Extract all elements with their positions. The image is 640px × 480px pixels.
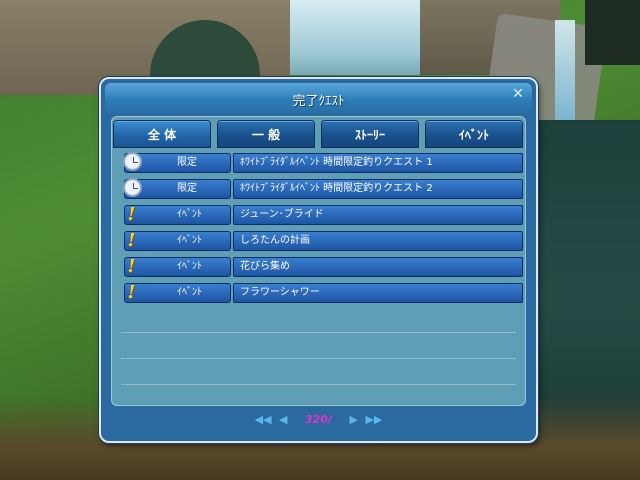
tab-story[interactable]: ｽﾄｰﾘｰ: [321, 120, 419, 148]
quest-row[interactable]: ! ｲﾍﾞﾝﾄ ジューン･ブライド: [121, 204, 523, 225]
tab-event[interactable]: ｲﾍﾞﾝﾄ: [425, 120, 523, 148]
next-page-button[interactable]: ▶: [349, 413, 357, 426]
clock-icon: [123, 178, 142, 197]
quest-row[interactable]: 限定 ﾎﾜｲﾄﾌﾞﾗｲﾀﾞﾙｲﾍﾞﾝﾄ 時間限定釣りクエスト 1: [121, 152, 523, 173]
tab-all[interactable]: 全 体: [113, 120, 211, 148]
exclamation-icon: !: [127, 230, 136, 251]
pagination: ◀◀ ◀ 320/ ▶ ▶▶: [101, 412, 536, 430]
quest-name: フラワーシャワー: [233, 283, 523, 303]
close-icon[interactable]: ✕: [510, 86, 526, 102]
empty-slot: [121, 307, 516, 333]
shadow-area: [585, 0, 640, 65]
quest-name: しろたんの計画: [233, 231, 523, 251]
quest-list: 限定 ﾎﾜｲﾄﾌﾞﾗｲﾀﾞﾙｲﾍﾞﾝﾄ 時間限定釣りクエスト 1 限定 ﾎﾜｲﾄ…: [121, 152, 523, 308]
exclamation-icon: !: [127, 256, 136, 277]
quest-row[interactable]: 限定 ﾎﾜｲﾄﾌﾞﾗｲﾀﾞﾙｲﾍﾞﾝﾄ 時間限定釣りクエスト 2: [121, 178, 523, 199]
empty-slot: [121, 333, 516, 359]
page-indicator: 320/: [305, 412, 332, 426]
title-bar[interactable]: 完了ｸｴｽﾄ ✕: [105, 83, 532, 113]
quest-row[interactable]: ! ｲﾍﾞﾝﾄ しろたんの計画: [121, 230, 523, 251]
first-page-button[interactable]: ◀◀: [255, 413, 272, 426]
tab-general[interactable]: 一 般: [217, 120, 315, 148]
quest-name: ﾎﾜｲﾄﾌﾞﾗｲﾀﾞﾙｲﾍﾞﾝﾄ 時間限定釣りクエスト 1: [233, 153, 523, 173]
quest-panel: 全 体 一 般 ｽﾄｰﾘｰ ｲﾍﾞﾝﾄ 限定 ﾎﾜｲﾄﾌﾞﾗｲﾀﾞﾙｲﾍﾞﾝﾄ …: [111, 116, 526, 406]
waterfall: [555, 20, 575, 130]
prev-page-button[interactable]: ◀: [279, 413, 287, 426]
empty-slot: [121, 359, 516, 385]
completed-quest-window: 完了ｸｴｽﾄ ✕ 全 体 一 般 ｽﾄｰﾘｰ ｲﾍﾞﾝﾄ 限定 ﾎﾜｲﾄﾌﾞﾗｲ…: [99, 77, 538, 443]
exclamation-icon: !: [127, 282, 136, 303]
quest-name: ﾎﾜｲﾄﾌﾞﾗｲﾀﾞﾙｲﾍﾞﾝﾄ 時間限定釣りクエスト 2: [233, 179, 523, 199]
exclamation-icon: !: [127, 204, 136, 225]
quest-name: 花びら集め: [233, 257, 523, 277]
quest-row[interactable]: ! ｲﾍﾞﾝﾄ フラワーシャワー: [121, 282, 523, 303]
last-page-button[interactable]: ▶▶: [365, 413, 382, 426]
quest-name: ジューン･ブライド: [233, 205, 523, 225]
clock-icon: [123, 152, 142, 171]
window-title: 完了ｸｴｽﾄ: [292, 94, 345, 109]
tab-bar: 全 体 一 般 ｽﾄｰﾘｰ ｲﾍﾞﾝﾄ: [112, 120, 527, 148]
quest-row[interactable]: ! ｲﾍﾞﾝﾄ 花びら集め: [121, 256, 523, 277]
empty-list-slots: [121, 307, 516, 385]
